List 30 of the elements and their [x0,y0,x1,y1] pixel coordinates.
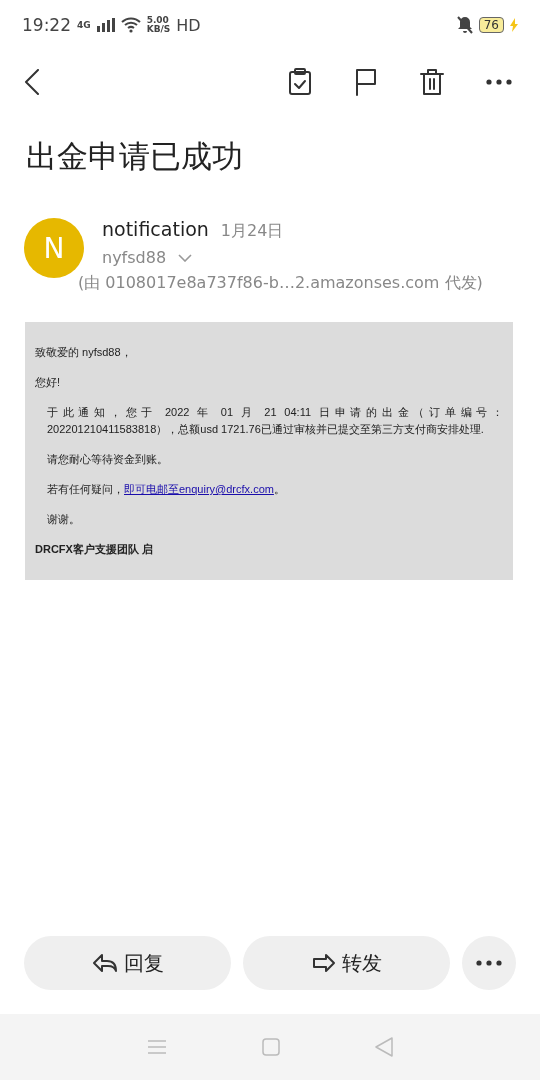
speed-unit: KB/S [146,25,171,34]
salutation: 您好! [35,375,62,390]
paragraph: 于此通知，您于 2022 年 01 月 21 04:11 日申请的出金（订单编号：202201210411583818），总额usd 1721.76已通过审核并已提交至第三方支付商安排处理. [46,405,503,437]
clock: 19:22 [22,15,71,35]
email-date: 1月24日 [220,221,284,242]
wifi-icon [120,17,141,33]
signal-icon [96,18,115,32]
charging-icon [510,18,518,32]
network-speed: 5.00 [146,16,170,25]
dots-icon [476,960,502,966]
email-link[interactable]: 即可电邮至enquiry@drcfx.com [124,483,274,495]
back-icon[interactable] [24,69,40,95]
battery-level: 76 [478,17,504,33]
email-subject: 出金申请已成功 [26,137,244,176]
paragraph: 谢谢。 [46,512,81,527]
muted-bell-icon [456,16,473,34]
reply-icon [91,953,118,973]
sender-name: notification [102,218,209,240]
chevron-down-icon[interactable] [178,253,193,262]
forward-button[interactable]: 转发 [243,936,450,990]
signature: DRCFX客户支援团队 启 [35,542,154,557]
reply-button[interactable]: 回复 [24,936,231,990]
recipient: nyfsd88 [102,248,167,267]
greeting: 致敬爱的 nyfsd88， [35,345,133,360]
dots-icon [486,79,512,85]
hd-indicator: HD [176,15,201,35]
network-type: 4G [77,20,91,30]
paragraph: 请您耐心等待资金到账。 [46,452,169,467]
forward-arrow-icon [311,953,336,973]
paragraph: 若有任何疑问，即可电邮至enquiry@drcfx.com。 [46,482,286,497]
